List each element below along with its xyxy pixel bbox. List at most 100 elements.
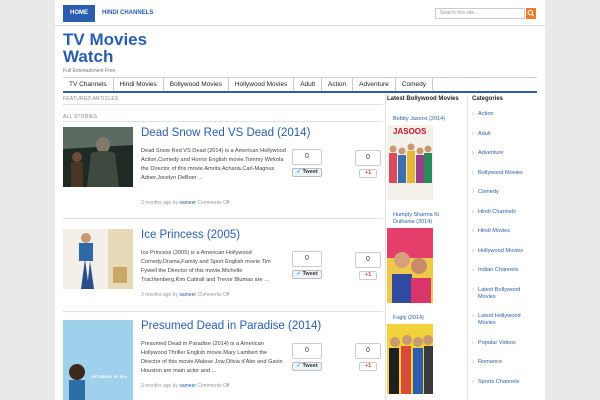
category-nav-action[interactable]: Action [322,78,354,91]
tweet-count: 0 [292,251,322,267]
category-nav: TV Channels Hindi Movies Bollywood Movie… [63,77,537,93]
tweet-count: 0 [292,343,322,359]
search-input[interactable]: Search this site... [435,8,525,19]
site-title[interactable]: TV Movies Watch [63,31,183,65]
category-nav-bollywood-movies[interactable]: Bollywood Movies [164,78,229,91]
post-author-link[interactable]: sameer [179,292,196,298]
tweet-button[interactable]: ✓ Tweet [292,362,322,371]
tweet-button-label: Tweet [302,363,318,369]
tweet-button-label: Tweet [302,169,318,175]
gplus-widget: 0 +1 [355,252,385,280]
post-excerpt: Presumed Dead in Paradise (2014) is a Am… [141,341,283,374]
category-nav-adventure[interactable]: Adventure [353,78,396,91]
tweet-button-label: Tweet [302,271,318,277]
latest-movie-poster[interactable] [387,228,433,303]
category-link-romance[interactable]: Romance [472,359,542,366]
gplus-widget: 0 +1 [355,343,385,371]
post-thumbnail[interactable] [63,127,133,187]
latest-movie-link[interactable]: Fugly (2014) [387,315,462,322]
category-link-latest-hollywood-movies[interactable]: Latest Hollywood Movies [472,313,527,327]
post-comments: Comments Off [197,200,230,206]
category-link-bollywood-movies[interactable]: Bollywood Movies [472,170,542,177]
top-nav-home[interactable]: HOME [63,5,95,22]
gplus-button[interactable]: +1 [359,362,377,371]
top-nav-hindi-channels[interactable]: HINDI CHANNELS [95,5,160,22]
divider [63,104,383,105]
category-link-popular-videos[interactable]: Popular Videos [472,340,542,347]
tweet-widget: 0 ✓ Tweet [292,251,322,279]
post-author-link[interactable]: sameer [179,200,196,206]
post-meta: 3 months ago by sameer Comments Off [141,383,230,389]
categories-widget: Categories Action Adult Adventure Bollyw… [472,95,542,398]
latest-movie-link[interactable]: Bobby Jasoos (2014) [387,116,462,123]
post-thumbnail-image [63,320,133,400]
post-title[interactable]: Presumed Dead in Paradise (2014) [141,320,321,332]
twitter-icon: ✓ [296,271,301,277]
categories-heading: Categories [472,96,504,102]
tweet-button[interactable]: ✓ Tweet [292,168,322,177]
search-button[interactable] [526,8,536,19]
gplus-button[interactable]: +1 [359,169,377,178]
post-meta-prefix: 3 months ago by [141,292,178,298]
category-link-comedy[interactable]: Comedy [472,189,542,196]
top-nav: HOME HINDI CHANNELS [63,5,160,22]
post-title[interactable]: Ice Princess (2005) [141,229,321,241]
category-link-hindi-movies[interactable]: Hindi Movies [472,228,542,235]
tweet-count: 0 [292,149,322,165]
category-nav-tv-channels[interactable]: TV Channels [63,78,114,91]
post-meta-prefix: 3 months ago by [141,383,178,389]
category-link-indian-channels[interactable]: Indian Channels [472,267,542,274]
category-link-adult[interactable]: Adult [472,131,542,138]
latest-movie-poster[interactable]: JASOOS [387,125,433,200]
post-title[interactable]: Dead Snow Red VS Dead (2014) [141,127,321,139]
featured-articles-heading: FEATURED ARTICLES [63,96,119,102]
tweet-widget: 0 ✓ Tweet [292,149,322,177]
post-item: Dead Snow Red VS Dead (2014) Dead Snow R… [63,127,383,215]
latest-bollywood-heading: Latest Bollywood Movies [387,96,459,102]
post-thumbnail[interactable] [63,229,133,289]
post-excerpt: Dead Snow Red VS Dead (2014) is a Americ… [141,148,286,181]
post-excerpt: Ice Princess (2005) is a American Hollyw… [141,250,271,283]
gplus-count: 0 [355,150,381,166]
category-nav-hindi-movies[interactable]: Hindi Movies [114,78,164,91]
column-divider [385,95,386,400]
divider [63,218,383,219]
categories-list: Action Adult Adventure Bollywood Movies … [472,111,542,386]
post-meta-prefix: 3 months ago by [141,200,178,206]
post-item: SATURDAY AT 8/7c Presumed Dead in Paradi… [63,320,383,400]
twitter-icon: ✓ [296,363,301,369]
category-nav-adult[interactable]: Adult [294,78,323,91]
column-divider [467,95,468,400]
category-link-hindi-channels[interactable]: Hindi Channels [472,209,542,216]
post-author-link[interactable]: sameer [179,383,196,389]
category-link-latest-bollywood-movies[interactable]: Latest Bollywood Movies [472,287,527,301]
post-item: Ice Princess (2005) Ice Princess (2005) … [63,229,383,309]
latest-movie-poster[interactable] [387,324,433,394]
category-nav-comedy[interactable]: Comedy [396,78,433,91]
latest-movie-poster-text: JASOOS [393,127,427,136]
post-meta: 3 months ago by sameer Comments Off [141,292,230,298]
gplus-count: 0 [355,252,381,268]
all-stories-heading: ALL STORIES [63,114,98,120]
search-icon [527,9,535,17]
gplus-widget: 0 +1 [355,150,385,178]
tweet-widget: 0 ✓ Tweet [292,343,322,371]
category-link-action[interactable]: Action [472,111,542,118]
category-link-adventure[interactable]: Adventure [472,150,542,157]
latest-movie-poster-image [387,228,433,303]
category-link-sports-channels[interactable]: Sports Channels [472,379,542,386]
tweet-button[interactable]: ✓ Tweet [292,270,322,279]
latest-movie-poster-image [387,125,433,200]
post-thumbnail-image [63,127,133,187]
category-nav-hollywood-movies[interactable]: Hollywood Movies [229,78,295,91]
divider [63,121,383,122]
gplus-button[interactable]: +1 [359,271,377,280]
category-link-hollywood-movies[interactable]: Hollywood Movies [472,248,542,255]
post-thumbnail-image [63,229,133,289]
latest-movie-link[interactable]: Humpty Sharma Ki Dulhania (2014) [387,212,457,226]
gplus-count: 0 [355,343,381,359]
post-thumbnail[interactable]: SATURDAY AT 8/7c [63,320,133,400]
page: HOME HINDI CHANNELS Search this site... … [55,0,545,400]
latest-movie-poster-image [387,324,433,394]
